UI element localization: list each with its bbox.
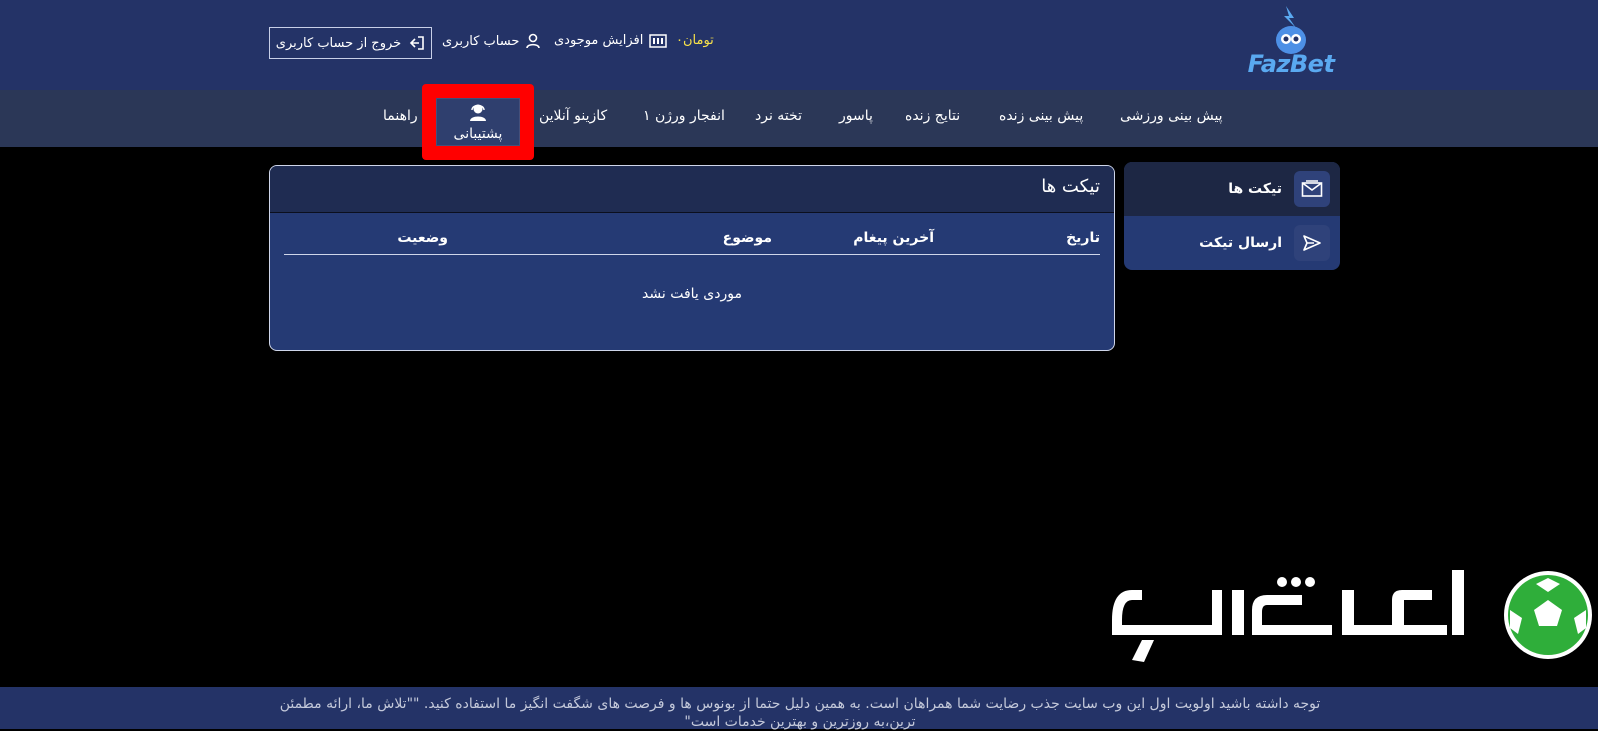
- side-item-tickets-label: تیکت ها: [1228, 181, 1282, 197]
- user-icon: [526, 33, 541, 49]
- logout-label: خروج از حساب کاربری: [275, 35, 402, 51]
- nav-sports-betting[interactable]: پیش بینی ورزشی: [1120, 108, 1223, 124]
- deposit-label: افزایش موجودی: [554, 33, 644, 48]
- column-subject: موضوع: [722, 230, 772, 246]
- nav-live-results[interactable]: نتایج زنده: [905, 108, 960, 124]
- column-date: تاریخ: [1066, 230, 1100, 246]
- nav-support-label: پشتیبانی: [453, 126, 503, 142]
- account-link[interactable]: حساب کاربری: [442, 33, 541, 49]
- side-item-send-ticket[interactable]: ارسال تیکت: [1124, 216, 1340, 270]
- balance-amount: تومان۰: [676, 33, 714, 48]
- support-agent-icon: [470, 104, 486, 121]
- nav-live-betting[interactable]: پیش بینی زنده: [999, 108, 1083, 124]
- column-status: وضعیت: [397, 230, 448, 246]
- wallet-icon: [649, 33, 668, 48]
- footer-notice: توجه داشته باشید اولویت اول این وب سایت …: [279, 696, 1321, 730]
- account-label: حساب کاربری: [442, 33, 520, 49]
- nav-online-casino[interactable]: کازینو آنلاین: [539, 108, 607, 124]
- tickets-panel-header: تیکت ها: [270, 166, 1114, 213]
- side-item-tickets[interactable]: تیکت ها: [1124, 162, 1340, 216]
- logout-icon: [410, 36, 425, 50]
- send-icon: [1294, 225, 1330, 261]
- watermark-logo-icon: [1112, 570, 1592, 662]
- table-header-divider: [284, 254, 1100, 255]
- top-header: [0, 0, 1598, 90]
- logout-button[interactable]: خروج از حساب کاربری: [269, 27, 432, 59]
- nav-backgammon[interactable]: تخته نرد: [755, 108, 802, 124]
- deposit-link[interactable]: افزایش موجودی: [554, 33, 668, 48]
- panel-title: تیکت ها: [1041, 176, 1100, 197]
- footer: توجه داشته باشید اولویت اول این وب سایت …: [0, 687, 1598, 730]
- nav-support-highlight[interactable]: پشتیبانی: [422, 84, 534, 160]
- support-side-menu: تیکت ها ارسال تیکت: [1124, 162, 1340, 270]
- nav-guide[interactable]: راهنما: [383, 108, 418, 124]
- column-last-message: آخرین پیغام: [853, 230, 934, 246]
- envelope-icon: [1294, 171, 1330, 207]
- side-item-send-ticket-label: ارسال تیکت: [1199, 235, 1282, 251]
- empty-state-message: موردی یافت نشد: [642, 286, 742, 302]
- tickets-panel: تیکت ها تاریخ آخرین پیغام موضوع وضعیت مو…: [269, 165, 1115, 351]
- brand-name: FazBet: [1247, 50, 1335, 78]
- nav-crash-v1[interactable]: انفجار ورژن ۱: [643, 108, 725, 124]
- nav-support[interactable]: پشتیبانی: [436, 98, 520, 146]
- nav-pasur[interactable]: پاسور: [839, 108, 873, 124]
